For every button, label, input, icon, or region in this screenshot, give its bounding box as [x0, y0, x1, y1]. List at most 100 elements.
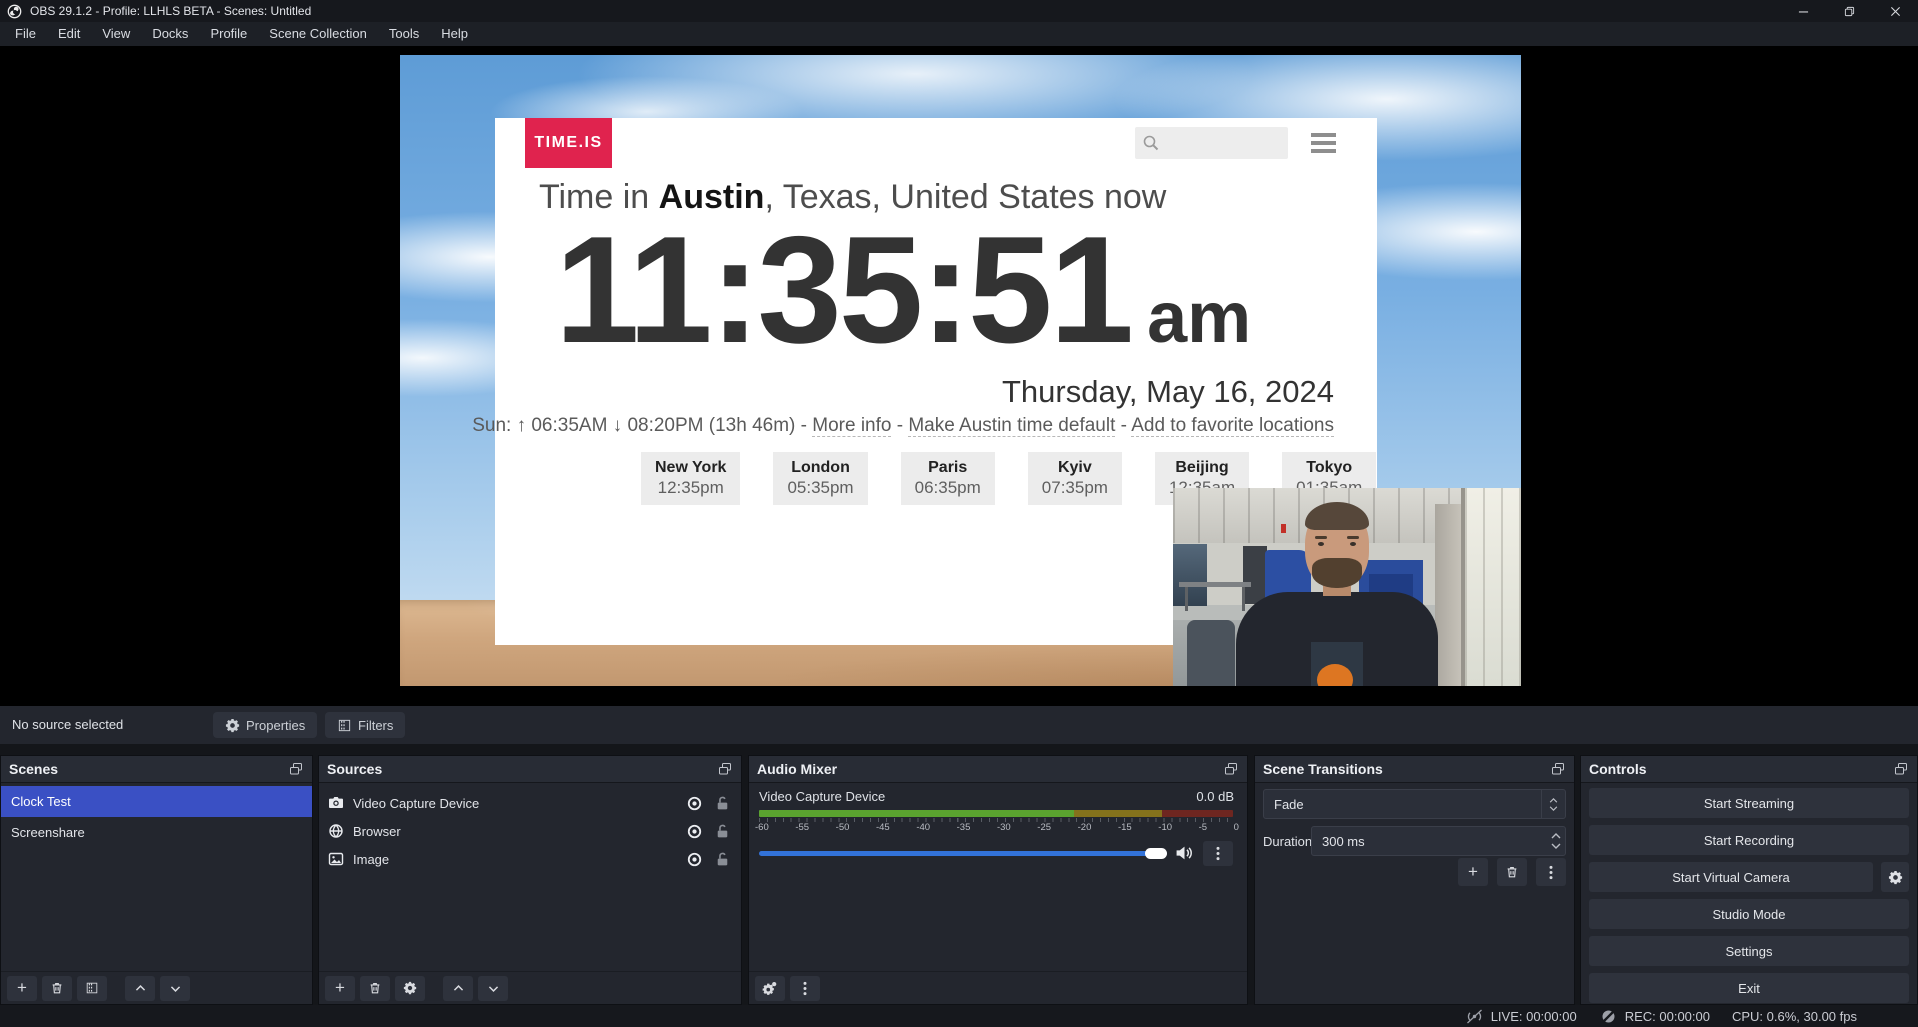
menu-help[interactable]: Help [430, 22, 479, 46]
menu-profile[interactable]: Profile [199, 22, 258, 46]
start-streaming-button[interactable]: Start Streaming [1589, 788, 1909, 818]
volume-slider-handle[interactable] [1145, 848, 1167, 859]
scene-filters-button[interactable] [77, 976, 107, 1001]
volume-slider[interactable] [759, 851, 1167, 856]
remove-source-button[interactable] [360, 976, 390, 1001]
audio-mixer-panel: Audio Mixer Video Capture Device 0.0 dB … [748, 755, 1248, 1005]
move-source-up-button[interactable] [443, 976, 473, 1001]
menu-docks[interactable]: Docks [141, 22, 199, 46]
add-transition-button[interactable]: + [1458, 858, 1488, 886]
visibility-eye-icon[interactable] [686, 823, 703, 840]
source-context-bar: No source selected Properties Filters [0, 706, 1918, 744]
popout-icon[interactable] [288, 761, 304, 777]
context-status-text: No source selected [12, 706, 123, 744]
menu-bar: File Edit View Docks Profile Scene Colle… [0, 22, 1918, 46]
hamburger-menu-icon [1311, 133, 1336, 153]
transition-selected-value: Fade [1274, 797, 1304, 812]
menu-edit[interactable]: Edit [47, 22, 91, 46]
preview-canvas[interactable]: TIME.IS Time in Austin, Texas, United St… [0, 46, 1918, 706]
start-recording-button[interactable]: Start Recording [1589, 825, 1909, 855]
stream-inactive-icon [1465, 1009, 1484, 1024]
webcam-person-eye [1318, 542, 1324, 546]
speaker-icon[interactable] [1175, 844, 1194, 862]
remove-transition-button[interactable] [1497, 858, 1527, 886]
add-source-button[interactable]: + [325, 976, 355, 1001]
source-item-video-capture[interactable]: Video Capture Device [319, 789, 741, 817]
add-scene-button[interactable]: + [7, 976, 37, 1001]
visibility-eye-icon[interactable] [686, 795, 703, 812]
filters-label: Filters [358, 718, 393, 733]
audio-mixer-header: Audio Mixer [749, 756, 1247, 783]
city-paris: Paris06:35pm [901, 452, 995, 505]
source-item-browser[interactable]: Browser [319, 817, 741, 845]
webcam-person-eye [1350, 542, 1356, 546]
sources-panel: Sources Video Capture Device Browser [318, 755, 742, 1005]
source-label: Video Capture Device [353, 796, 479, 811]
scene-item-clock-test[interactable]: Clock Test [1, 786, 312, 817]
scene-item-screenshare[interactable]: Screenshare [1, 817, 312, 848]
move-source-down-button[interactable] [478, 976, 508, 1001]
popout-icon[interactable] [1893, 761, 1909, 777]
source-item-image[interactable]: Image [319, 845, 741, 873]
title-bar: OBS 29.1.2 - Profile: LLHLS BETA - Scene… [0, 0, 1918, 22]
remove-scene-button[interactable] [42, 976, 72, 1001]
scene-transitions-panel: Scene Transitions Fade Duration 300 ms [1254, 755, 1575, 1005]
visibility-eye-icon[interactable] [686, 851, 703, 868]
image-icon [328, 851, 344, 867]
webcam-office-glass [1173, 544, 1207, 606]
popout-icon[interactable] [1223, 761, 1239, 777]
source-properties-button[interactable] [395, 976, 425, 1001]
maximize-button[interactable] [1826, 0, 1872, 22]
camera-icon [328, 795, 344, 811]
webcam-chair [1187, 620, 1235, 686]
spinner-arrows-icon[interactable] [1551, 827, 1561, 855]
transitions-toolbar: + [1458, 858, 1566, 886]
virtual-camera-settings-button[interactable] [1881, 862, 1909, 892]
webcam-shirt-graphic [1317, 664, 1353, 686]
transition-select[interactable]: Fade [1263, 789, 1566, 819]
obs-logo-icon [7, 4, 22, 19]
popout-icon[interactable] [1550, 761, 1566, 777]
make-default-link: Make Austin time default [908, 415, 1115, 437]
popout-icon[interactable] [717, 761, 733, 777]
advanced-audio-button[interactable] [755, 976, 785, 1001]
close-button[interactable] [1872, 0, 1918, 22]
duration-input[interactable]: 300 ms [1311, 826, 1566, 856]
scenes-title: Scenes [9, 761, 58, 777]
gear-icon [225, 718, 240, 733]
lock-icon[interactable] [714, 823, 731, 840]
move-scene-down-button[interactable] [160, 976, 190, 1001]
move-scene-up-button[interactable] [125, 976, 155, 1001]
lock-icon[interactable] [714, 795, 731, 812]
city-newyork: New York12:35pm [641, 452, 740, 505]
mixer-toolbar [749, 971, 1247, 1004]
sources-title: Sources [327, 761, 382, 777]
minimize-button[interactable] [1780, 0, 1826, 22]
webcam-pillar [1435, 504, 1461, 686]
properties-button[interactable]: Properties [213, 712, 317, 738]
webcam-person-shirt [1311, 642, 1363, 686]
program-preview[interactable]: TIME.IS Time in Austin, Texas, United St… [400, 55, 1521, 686]
scene-transitions-title: Scene Transitions [1263, 761, 1383, 777]
studio-mode-button[interactable]: Studio Mode [1589, 899, 1909, 929]
controls-panel: Controls Start Streaming Start Recording… [1580, 755, 1918, 1005]
sun-info-line: Sun: ↑ 06:35AM ↓ 08:20PM (13h 46m) - Mor… [472, 415, 1334, 437]
start-virtual-camera-button[interactable]: Start Virtual Camera [1589, 862, 1873, 892]
exit-button[interactable]: Exit [1589, 973, 1909, 1003]
menu-tools[interactable]: Tools [378, 22, 430, 46]
record-inactive-icon [1599, 1009, 1618, 1024]
dock-panels: Scenes Clock Test Screenshare + Sources [0, 755, 1918, 1005]
transition-menu-button[interactable] [1536, 858, 1566, 886]
filters-button[interactable]: Filters [325, 712, 405, 738]
mixer-channel-menu-button[interactable] [1203, 841, 1233, 866]
menu-file[interactable]: File [4, 22, 47, 46]
lock-icon[interactable] [714, 851, 731, 868]
settings-button[interactable]: Settings [1589, 936, 1909, 966]
menu-scene-collection[interactable]: Scene Collection [258, 22, 378, 46]
webcam-person-brow [1347, 536, 1359, 539]
menu-view[interactable]: View [91, 22, 141, 46]
mixer-menu-button[interactable] [790, 976, 820, 1001]
clock-display: 11:35:51 am [555, 214, 1251, 366]
mixer-channel-name: Video Capture Device [759, 789, 885, 804]
scenes-toolbar: + [1, 971, 312, 1004]
